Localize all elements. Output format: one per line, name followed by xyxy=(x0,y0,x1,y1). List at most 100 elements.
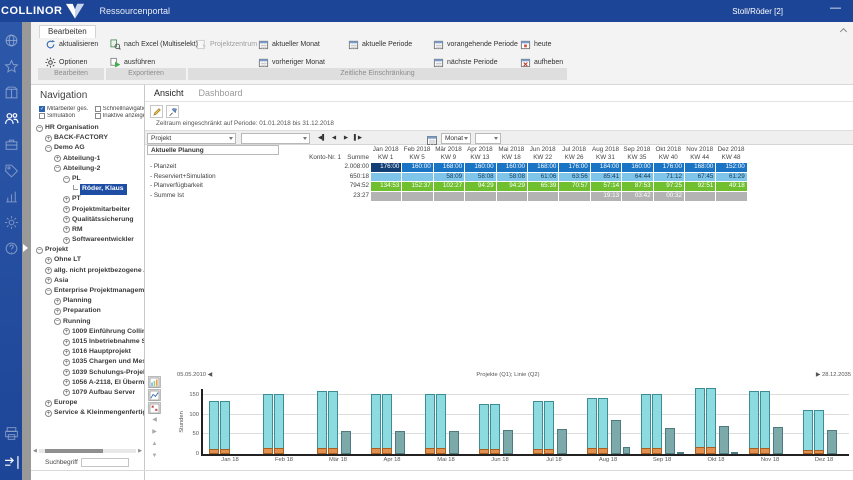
checkbox-icon[interactable] xyxy=(95,106,101,112)
search-input[interactable] xyxy=(81,458,129,467)
tree-item[interactable]: +allg. nicht projektbezogene Akti xyxy=(31,266,144,276)
secondary-combo[interactable] xyxy=(241,133,310,144)
plan-bar[interactable] xyxy=(436,394,446,454)
table-cell[interactable]: 19:13 xyxy=(590,192,621,201)
tab-dashboard[interactable]: Dashboard xyxy=(199,88,243,98)
collapse-icon[interactable]: − xyxy=(36,247,43,254)
expand-icon[interactable]: + xyxy=(63,328,70,335)
plan-bar[interactable] xyxy=(695,388,705,454)
plan-bar[interactable] xyxy=(706,388,716,454)
box-icon[interactable] xyxy=(4,85,19,100)
tree-item[interactable]: +Projektmitarbeiter xyxy=(31,205,144,215)
table-cell[interactable]: 176:00 xyxy=(370,163,401,172)
expand-icon[interactable]: + xyxy=(54,298,61,305)
chart-up-icon[interactable]: ▲ xyxy=(148,439,161,450)
edit-icon[interactable] xyxy=(150,105,163,118)
plan-bar[interactable] xyxy=(490,404,500,454)
bar-chart-icon[interactable] xyxy=(148,376,161,388)
tab-ansicht[interactable]: Ansicht xyxy=(154,88,184,98)
table-cell[interactable]: 63:56 xyxy=(558,173,589,182)
checkbox-icon[interactable] xyxy=(95,113,101,119)
expand-icon[interactable]: + xyxy=(63,216,70,223)
tree-item-label[interactable]: Asia xyxy=(54,276,68,286)
ist-bar[interactable] xyxy=(731,452,738,454)
table-cell[interactable]: 49:18 xyxy=(715,182,746,191)
planning-selector-combo[interactable]: Aktuelle Planung xyxy=(147,145,279,155)
reserved-bar[interactable] xyxy=(557,429,567,454)
globe-icon[interactable] xyxy=(4,33,19,48)
table-cell[interactable]: 176:00 xyxy=(558,163,589,172)
reserved-bar[interactable] xyxy=(719,426,729,454)
previous-record-icon[interactable]: ◀ xyxy=(329,134,339,143)
tree-item-label[interactable]: 1016 Hauptprojekt xyxy=(72,347,131,357)
table-cell[interactable]: 102:27 xyxy=(433,182,464,191)
tree-item[interactable]: −Enterprise Projektmanagement xyxy=(31,286,144,296)
ribbon-button-vorangehende-periode[interactable]: vorangehende Periode xyxy=(433,37,518,52)
tree-item-label[interactable]: RM xyxy=(72,225,83,235)
expand-icon[interactable]: + xyxy=(63,369,70,376)
ribbon-button-aktueller-monat[interactable]: aktueller Monat xyxy=(258,37,320,52)
tree-item[interactable]: +Softwareentwickler xyxy=(31,235,144,245)
tree-item-label[interactable]: Enterprise Projektmanagement xyxy=(54,286,144,296)
stats-icon[interactable] xyxy=(4,189,19,204)
table-cell[interactable]: 168:00 xyxy=(433,163,464,172)
extra-combo[interactable] xyxy=(475,133,501,144)
plan-bar[interactable] xyxy=(263,394,273,454)
table-cell[interactable] xyxy=(433,192,464,201)
plan-bar[interactable] xyxy=(371,394,381,454)
expand-icon[interactable]: + xyxy=(63,349,70,356)
printer-icon[interactable] xyxy=(4,426,19,441)
tree-item[interactable]: −Projekt xyxy=(31,245,144,255)
tree-item-label[interactable]: Abteilung-1 xyxy=(63,154,100,164)
table-cell[interactable] xyxy=(527,192,558,201)
expand-icon[interactable]: + xyxy=(63,379,70,386)
scatter-chart-icon[interactable] xyxy=(148,402,161,414)
plan-bar[interactable] xyxy=(814,410,824,454)
expand-icon[interactable]: + xyxy=(63,237,70,244)
checkbox-schnellnavigation[interactable]: Schnellnavigation xyxy=(95,106,144,112)
expand-icon[interactable]: + xyxy=(45,257,52,264)
checkbox-icon[interactable]: ✓ xyxy=(39,106,45,112)
table-cell[interactable]: 65:39 xyxy=(527,182,558,191)
help-icon[interactable] xyxy=(4,241,19,256)
collapse-icon[interactable]: − xyxy=(45,145,52,152)
unit-combo[interactable]: Monat xyxy=(441,133,471,144)
horizontal-scrollbar[interactable]: ◀ ▶ xyxy=(33,448,142,454)
line-chart-icon[interactable] xyxy=(148,389,161,401)
tree-item[interactable]: +1035 Chargen und Messu xyxy=(31,357,144,367)
table-cell[interactable] xyxy=(464,192,495,201)
expand-icon[interactable]: + xyxy=(63,389,70,396)
tree-item[interactable]: Röder, Klaus xyxy=(31,184,144,194)
tree-item[interactable]: +PT xyxy=(31,194,144,204)
tree-item-label[interactable]: 1015 Inbetriebnahme SR xyxy=(72,337,144,347)
tree-item[interactable]: +1009 Einführung Collinor xyxy=(31,327,144,337)
tree-item[interactable]: +Ohne LT xyxy=(31,255,144,265)
expand-icon[interactable]: + xyxy=(63,196,70,203)
table-cell[interactable]: 70:57 xyxy=(558,182,589,191)
table-cell[interactable] xyxy=(370,192,401,201)
tree-item-label[interactable]: Planning xyxy=(63,296,92,306)
expand-icon[interactable]: + xyxy=(63,206,70,213)
table-cell[interactable]: 71:12 xyxy=(653,173,684,182)
plan-bar[interactable] xyxy=(425,394,435,454)
tree-item-label[interactable]: Projektmitarbeiter xyxy=(72,205,130,215)
expand-icon[interactable]: + xyxy=(63,339,70,346)
reserved-bar[interactable] xyxy=(611,420,621,454)
table-cell[interactable]: 57:14 xyxy=(590,182,621,191)
ist-bar[interactable] xyxy=(677,452,684,454)
plan-bar[interactable] xyxy=(652,394,662,454)
chart-down-icon[interactable]: ▼ xyxy=(148,451,161,462)
tree-item-label[interactable]: Service & Kleinmengenfertigung xyxy=(54,408,144,418)
plan-bar[interactable] xyxy=(749,391,759,454)
checkbox-inaktive-anzeigen[interactable]: Inaktive anzeigen xyxy=(95,113,144,119)
table-cell[interactable]: 176:00 xyxy=(653,163,684,172)
plan-bar[interactable] xyxy=(803,410,813,454)
table-cell[interactable]: 160:00 xyxy=(464,163,495,172)
calendar-icon[interactable] xyxy=(426,133,438,144)
tree-item[interactable]: −Running xyxy=(31,317,144,327)
tree-item[interactable]: −Demo AG xyxy=(31,143,144,153)
tree-item[interactable]: +1016 Hauptprojekt xyxy=(31,347,144,357)
plan-bar[interactable] xyxy=(382,394,392,454)
ribbon-button-aktuelle-periode[interactable]: aktuelle Periode xyxy=(348,37,412,52)
tree-item[interactable]: +1015 Inbetriebnahme SR xyxy=(31,337,144,347)
